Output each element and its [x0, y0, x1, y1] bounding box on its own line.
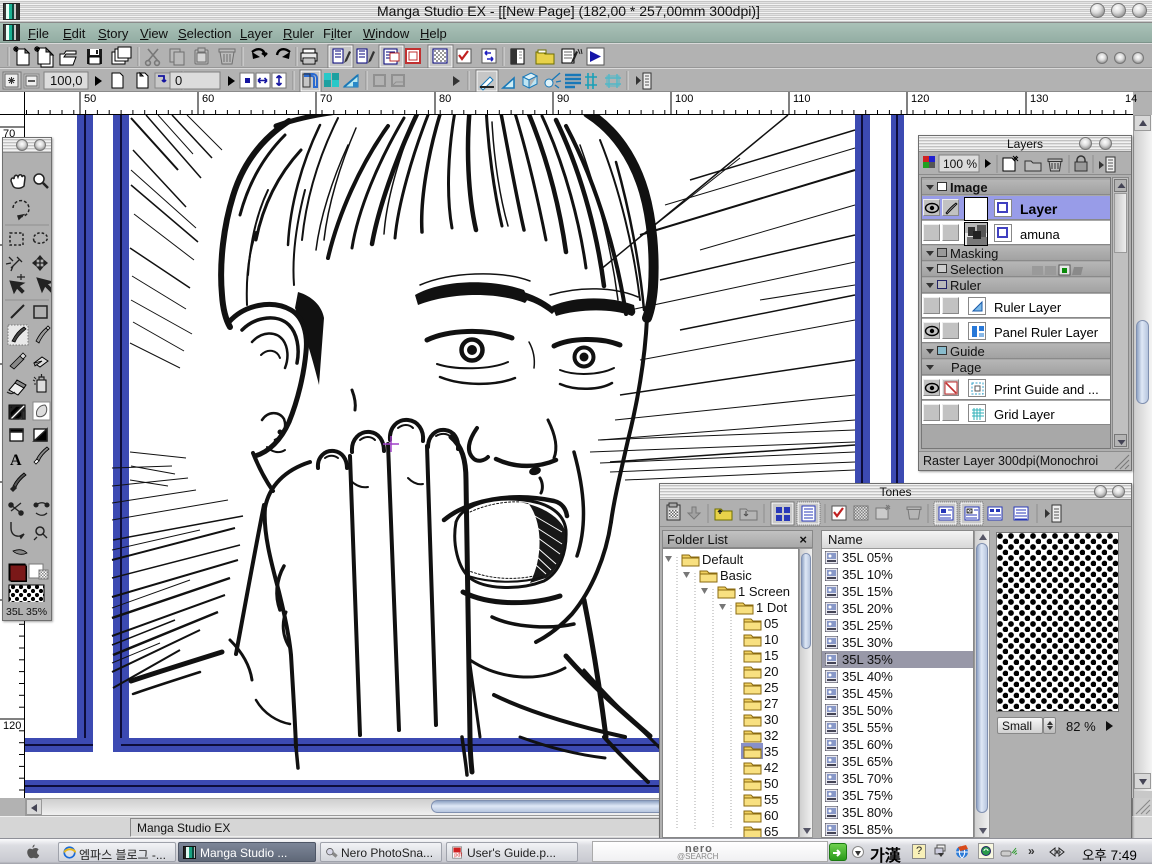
- svg-text:Basic: Basic: [720, 568, 752, 583]
- svg-text:35: 35: [764, 744, 778, 759]
- svg-text:30: 30: [764, 712, 778, 727]
- svg-text:100 %: 100 %: [943, 157, 977, 171]
- svg-text:20: 20: [764, 664, 778, 679]
- svg-text:pdf: pdf: [454, 853, 462, 859]
- svg-text:32: 32: [764, 728, 778, 743]
- svg-text:1 Screen: 1 Screen: [738, 584, 790, 599]
- svg-text:42: 42: [764, 760, 778, 775]
- svg-text:1 Dot: 1 Dot: [756, 600, 787, 615]
- svg-text:50: 50: [764, 776, 778, 791]
- svg-text:A: A: [10, 452, 22, 469]
- svg-text:10: 10: [764, 632, 778, 647]
- svg-text:15: 15: [764, 648, 778, 663]
- svg-text:100,0: 100,0: [50, 73, 83, 88]
- svg-text:55: 55: [764, 792, 778, 807]
- svg-text:27: 27: [764, 696, 778, 711]
- svg-text:05: 05: [764, 616, 778, 631]
- svg-text:65: 65: [764, 824, 778, 838]
- svg-text:25: 25: [764, 680, 778, 695]
- svg-text:Default: Default: [702, 552, 744, 567]
- svg-text:0: 0: [175, 73, 182, 88]
- svg-text:60: 60: [764, 808, 778, 823]
